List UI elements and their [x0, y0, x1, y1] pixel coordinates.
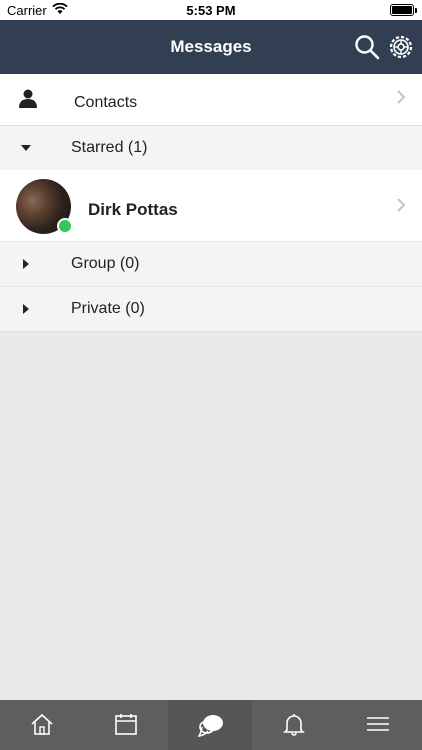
bell-icon	[283, 714, 305, 736]
section-label: Group (0)	[71, 255, 140, 272]
section-header-group[interactable]: Group (0)	[0, 242, 422, 286]
tab-menu[interactable]	[336, 700, 420, 750]
search-icon[interactable]	[354, 34, 380, 60]
chevron-right-icon	[397, 90, 406, 104]
battery-icon	[390, 4, 414, 16]
person-icon	[19, 89, 37, 108]
tab-home[interactable]	[0, 700, 84, 750]
tab-bar	[0, 700, 422, 750]
gear-icon[interactable]	[388, 34, 414, 60]
contact-row-dirk-pottas[interactable]: Dirk Pottas	[0, 170, 422, 241]
triangle-right-icon	[23, 259, 29, 269]
menu-icon	[367, 717, 389, 731]
section-header-private[interactable]: Private (0)	[0, 287, 422, 332]
section-label: Starred (1)	[71, 139, 148, 156]
home-icon	[31, 713, 53, 735]
chevron-right-icon	[397, 198, 406, 212]
online-status-dot	[57, 218, 73, 234]
calendar-icon	[115, 714, 137, 735]
triangle-right-icon	[23, 304, 29, 314]
status-bar: Carrier 5:53 PM	[0, 0, 422, 20]
battery-nub	[415, 8, 417, 13]
nav-bar: Messages	[0, 20, 422, 74]
section-label: Private (0)	[71, 300, 145, 317]
tab-notifications[interactable]	[252, 700, 336, 750]
contacts-label: Contacts	[74, 94, 138, 111]
contact-name: Dirk Pottas	[88, 200, 178, 219]
triangle-down-icon	[21, 145, 31, 151]
chat-bubble-icon	[198, 715, 223, 737]
tab-calendar[interactable]	[84, 700, 168, 750]
tab-messages[interactable]	[168, 700, 252, 750]
clock: 5:53 PM	[186, 3, 236, 18]
section-header-starred[interactable]: Starred (1)	[0, 126, 422, 170]
contacts-row[interactable]: Contacts	[0, 74, 422, 126]
